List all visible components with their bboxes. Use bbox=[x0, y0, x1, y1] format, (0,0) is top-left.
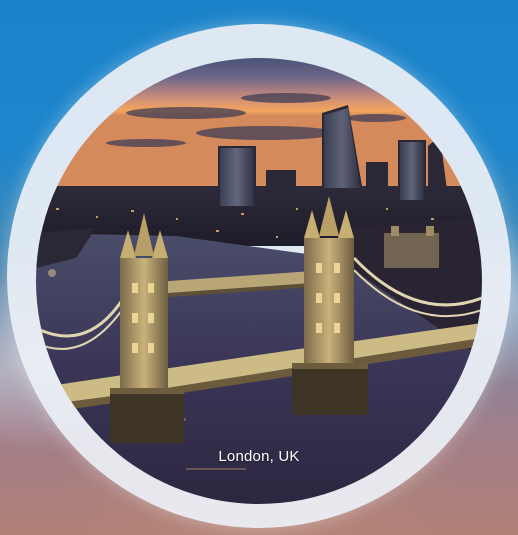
location-caption: London, UK bbox=[218, 448, 300, 465]
tower-bridge-illustration bbox=[36, 58, 482, 504]
city-photo bbox=[36, 58, 482, 504]
hero-banner: London, UK bbox=[0, 0, 518, 535]
